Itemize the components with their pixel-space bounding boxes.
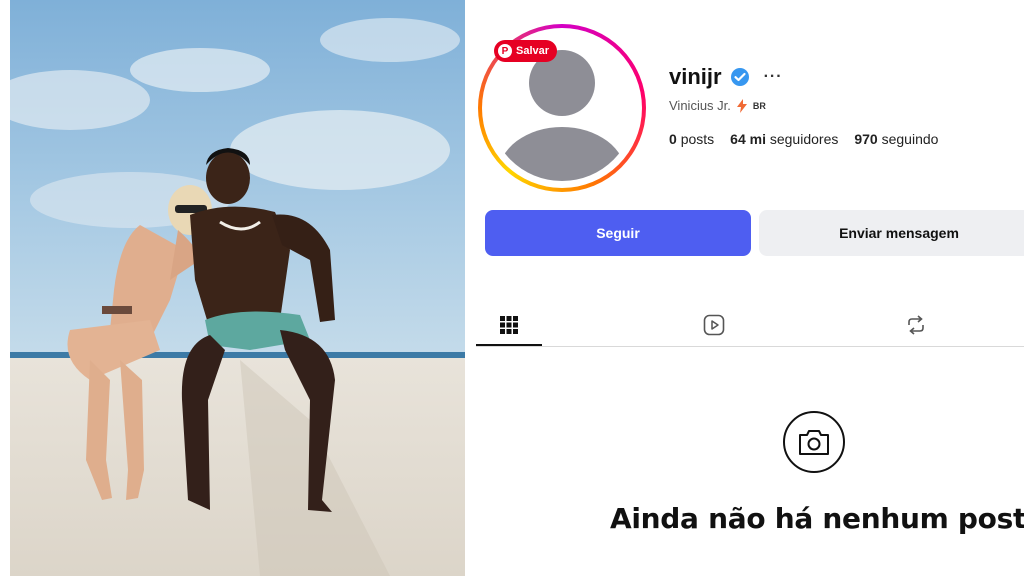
- beach-photo: [10, 0, 465, 576]
- empty-state-icon-wrap: [783, 411, 845, 473]
- reels-icon: [703, 314, 725, 336]
- pinterest-icon: P: [498, 44, 512, 58]
- verified-badge-icon: [730, 68, 749, 86]
- empty-state-title: Ainda não há nenhum post: [610, 502, 1024, 535]
- tab-reposts[interactable]: [896, 306, 936, 344]
- tab-divider: [476, 346, 1024, 347]
- following-count[interactable]: 970 seguindo: [854, 131, 938, 147]
- posts-count[interactable]: 0 posts: [669, 131, 714, 147]
- save-badge[interactable]: P Salvar: [494, 40, 558, 62]
- message-button[interactable]: Enviar mensagem: [759, 210, 1024, 256]
- username-row: vinijr ···: [669, 64, 783, 90]
- tab-reels[interactable]: [694, 306, 734, 344]
- profile-panel: P Salvar vinijr ··· Vinicius Jr. BR 0 po…: [466, 0, 1024, 576]
- followers-count[interactable]: 64 mi seguidores: [730, 131, 838, 147]
- tab-posts[interactable]: [476, 306, 542, 344]
- camera-icon: [799, 430, 829, 455]
- follow-button[interactable]: Seguir: [485, 210, 751, 256]
- country-code: BR: [752, 100, 766, 111]
- fullname-row: Vinicius Jr. BR: [669, 98, 766, 113]
- full-name: Vinicius Jr.: [669, 98, 731, 113]
- grid-icon: [500, 316, 518, 334]
- username: vinijr: [669, 64, 722, 89]
- page-edge: [0, 0, 10, 576]
- more-options-icon[interactable]: ···: [764, 68, 783, 86]
- repost-icon: [908, 315, 924, 335]
- save-badge-label: Salvar: [516, 45, 550, 57]
- lightning-icon: [736, 98, 747, 113]
- profile-stats: 0 posts 64 mi seguidores 970 seguindo: [669, 131, 938, 147]
